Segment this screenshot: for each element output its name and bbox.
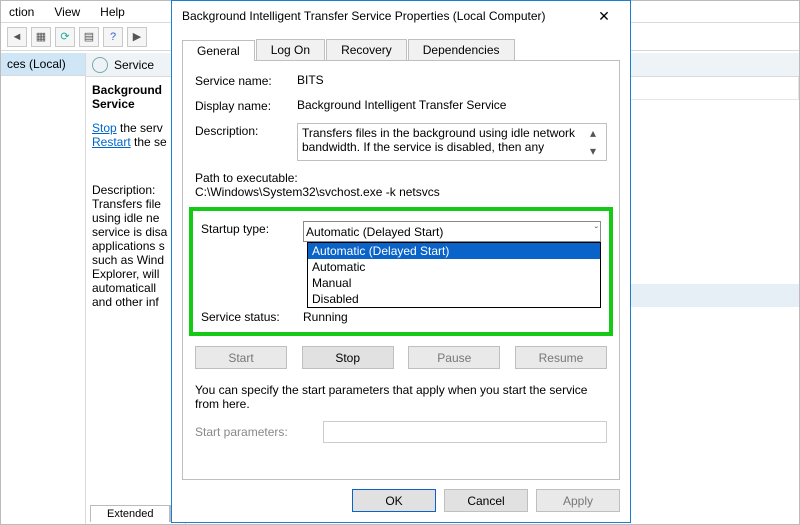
tab-general[interactable]: General <box>182 40 255 61</box>
restart-service-link[interactable]: Restart <box>92 135 131 149</box>
service-name-label: Service name: <box>195 73 297 88</box>
tree-services-local[interactable]: ces (Local) <box>1 53 85 76</box>
service-status-label: Service status: <box>201 310 303 324</box>
menu-action[interactable]: ction <box>7 3 36 21</box>
option-manual[interactable]: Manual <box>308 275 600 291</box>
start-params-label: Start parameters: <box>195 425 323 439</box>
menu-view[interactable]: View <box>52 3 82 21</box>
close-icon[interactable]: ✕ <box>584 4 624 28</box>
tab-log-on[interactable]: Log On <box>256 39 325 60</box>
detail-desc-label: Description: <box>92 183 181 197</box>
menu-help[interactable]: Help <box>98 3 127 21</box>
service-properties-dialog: Background Intelligent Transfer Service … <box>171 0 631 523</box>
refresh-icon[interactable]: ⟳ <box>55 27 75 47</box>
back-icon[interactable]: ◄ <box>7 27 27 47</box>
detail-desc-body: Transfers file using idle ne service is … <box>92 197 181 309</box>
detail-title: Background Service <box>92 83 181 111</box>
dialog-title: Background Intelligent Transfer Service … <box>182 9 584 23</box>
startup-type-selected: Automatic (Delayed Start) <box>306 225 443 239</box>
scroll-down-icon[interactable]: ▾ <box>590 144 604 158</box>
help-icon[interactable]: ? <box>103 27 123 47</box>
service-status-value: Running <box>303 310 348 324</box>
tab-recovery[interactable]: Recovery <box>326 39 407 60</box>
start-params-note: You can specify the start parameters tha… <box>195 383 607 411</box>
option-disabled[interactable]: Disabled <box>308 291 600 307</box>
path-value: C:\Windows\System32\svchost.exe -k netsv… <box>195 185 607 199</box>
startup-type-dropdown[interactable]: Automatic (Delayed Start) Automatic Manu… <box>307 242 601 308</box>
startup-type-label: Startup type: <box>201 221 303 236</box>
path-label: Path to executable: <box>195 171 607 185</box>
option-automatic[interactable]: Automatic <box>308 259 600 275</box>
restart-tail: the se <box>131 135 167 149</box>
description-textarea[interactable]: Transfers files in the background using … <box>297 123 607 161</box>
cancel-button[interactable]: Cancel <box>444 489 528 512</box>
chevron-down-icon: ˇ <box>595 226 598 237</box>
option-automatic-delayed[interactable]: Automatic (Delayed Start) <box>308 243 600 259</box>
properties-icon[interactable]: ▦ <box>31 27 51 47</box>
display-name-label: Display name: <box>195 98 297 113</box>
startup-type-group: Startup type: Automatic (Delayed Start) … <box>189 207 613 336</box>
resume-button: Resume <box>515 346 607 369</box>
search-icon <box>92 57 108 73</box>
services-header-label: Service <box>114 58 154 72</box>
export-icon[interactable]: ▤ <box>79 27 99 47</box>
service-name-value: BITS <box>297 73 607 87</box>
display-name-value: Background Intelligent Transfer Service <box>297 98 607 112</box>
tab-extended[interactable]: Extended <box>90 505 170 522</box>
start-button: Start <box>195 346 287 369</box>
scroll-up-icon[interactable]: ▴ <box>590 126 604 140</box>
stop-tail: the serv <box>117 121 163 135</box>
stop-button[interactable]: Stop <box>302 346 394 369</box>
description-label: Description: <box>195 123 297 138</box>
description-text: Transfers files in the background using … <box>302 126 575 154</box>
tab-pane-general: Service name: BITS Display name: Backgro… <box>182 60 620 480</box>
dialog-tabs: General Log On Recovery Dependencies <box>182 39 620 60</box>
tab-dependencies[interactable]: Dependencies <box>408 39 515 60</box>
services-tree: ces (Local) <box>1 53 86 524</box>
apply-button: Apply <box>536 489 620 512</box>
stop-service-link[interactable]: Stop <box>92 121 117 135</box>
start-service-icon[interactable]: ▶ <box>127 27 147 47</box>
startup-type-select[interactable]: Automatic (Delayed Start) ˇ <box>303 221 601 242</box>
ok-button[interactable]: OK <box>352 489 436 512</box>
pause-button: Pause <box>408 346 500 369</box>
start-params-input <box>323 421 607 443</box>
